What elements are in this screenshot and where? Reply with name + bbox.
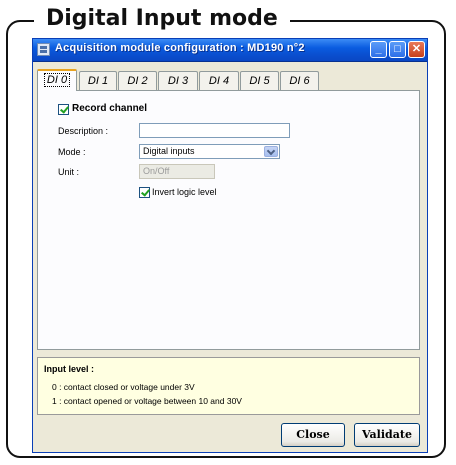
tab-di-5[interactable]: DI 5 [240,71,279,90]
record-channel-label: Record channel [72,103,148,114]
info-title: Input level : [44,364,95,374]
description-input[interactable] [139,123,290,138]
minimize-button[interactable]: _ [370,41,387,58]
record-channel-checkbox[interactable] [58,104,69,115]
tab-panel: Record channel Description : Mode : Digi… [37,90,420,350]
tab-di-3[interactable]: DI 3 [158,71,198,90]
input-level-info: Input level : 0 : contact closed or volt… [37,357,420,415]
title-bar[interactable]: Acquisition module configuration : MD190… [33,39,427,62]
tab-di-6[interactable]: DI 6 [280,71,319,90]
unit-label: Unit : [58,167,80,177]
mode-select[interactable]: Digital inputs [139,144,280,159]
close-window-button[interactable]: ✕ [408,41,425,58]
info-line: 0 : contact closed or voltage under 3V [52,382,195,392]
frame-title: Digital Input mode [34,4,290,34]
invert-logic-label: Invert logic level [152,187,217,197]
tab-di-1[interactable]: DI 1 [79,71,117,90]
invert-logic-checkbox[interactable] [139,187,150,198]
app-icon [37,43,50,56]
validate-button[interactable]: Validate [354,423,420,447]
close-button[interactable]: Close [281,423,345,447]
mode-value: Digital inputs [143,146,195,156]
info-line: 1 : contact opened or voltage between 10… [52,396,242,406]
maximize-button[interactable]: □ [389,41,406,58]
config-window: Acquisition module configuration : MD190… [32,38,428,453]
chevron-down-icon[interactable] [264,146,278,157]
mode-label: Mode : [58,147,86,157]
tab-di-0[interactable]: DI 0 [37,69,77,91]
description-label: Description : [58,126,109,136]
tab-label: DI 0 [43,73,71,87]
tab-di-4[interactable]: DI 4 [199,71,239,90]
tab-di-2[interactable]: DI 2 [118,71,157,90]
unit-field: On/Off [139,164,215,179]
window-title: Acquisition module configuration : MD190… [55,42,305,54]
